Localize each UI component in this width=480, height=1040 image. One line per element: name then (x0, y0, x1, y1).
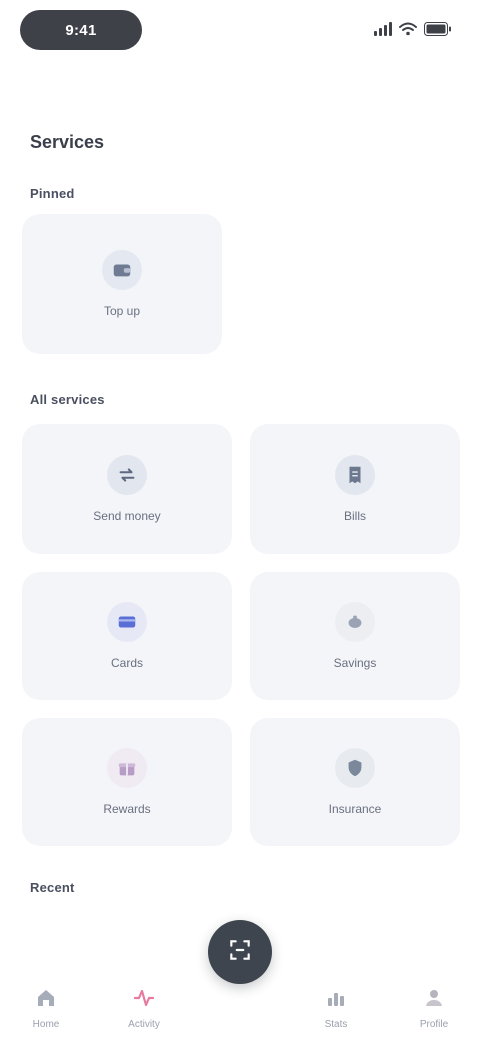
status-indicators (374, 22, 452, 36)
nav-label: Home (32, 1019, 60, 1030)
scan-button[interactable] (208, 920, 272, 984)
section-label-recent: Recent (30, 880, 75, 895)
tile-service-2[interactable]: Cards (22, 572, 232, 700)
tile-pinned-0[interactable]: Top up (22, 214, 222, 354)
page-title: Services (30, 132, 105, 152)
bottom-nav: Home Activity Stats Profile (0, 920, 480, 1040)
home-icon (34, 986, 58, 1015)
tile-service-3[interactable]: Savings (250, 572, 460, 700)
tile-service-5[interactable]: Insurance (250, 718, 460, 846)
nav-item-stats[interactable]: Stats (306, 986, 366, 1030)
status-bar: 9:41 (0, 0, 480, 64)
tile-service-4[interactable]: Rewards (22, 718, 232, 846)
tile-label: Cards (110, 656, 143, 670)
tile-label: Top up (103, 304, 141, 318)
shield-icon (335, 748, 375, 788)
tile-service-0[interactable]: Send money (22, 424, 232, 554)
receipt-icon (335, 455, 375, 495)
status-time-pill: 9:41 (20, 10, 142, 50)
nav-label: Stats (324, 1019, 348, 1030)
nav-item-activity[interactable]: Activity (114, 986, 174, 1030)
tile-label: Bills (343, 509, 366, 523)
gift-icon (107, 748, 147, 788)
section-label-pinned: Pinned (30, 186, 75, 201)
nav-label: Activity (128, 1019, 160, 1030)
wifi-icon (399, 22, 417, 36)
services-screen: 9:41 Services Pinned Top up All services… (0, 0, 480, 1040)
tile-label: Savings (333, 656, 377, 670)
status-time: 9:41 (65, 21, 97, 39)
tile-service-1[interactable]: Bills (250, 424, 460, 554)
nav-item-home[interactable]: Home (16, 986, 76, 1030)
card-icon (107, 602, 147, 642)
piggy-icon (335, 602, 375, 642)
nav-item-profile[interactable]: Profile (404, 986, 464, 1030)
transfer-icon (107, 455, 147, 495)
activity-icon (132, 986, 156, 1015)
tile-label: Send money (93, 509, 161, 523)
chart-icon (324, 986, 348, 1015)
signal-icon (374, 22, 392, 36)
battery-icon (424, 22, 452, 36)
user-icon (422, 986, 446, 1015)
section-label-all: All services (30, 392, 105, 407)
nav-label: Profile (419, 1019, 449, 1030)
scan-icon (227, 937, 253, 968)
wallet-icon (102, 250, 142, 290)
tile-label: Insurance (328, 802, 382, 816)
tile-label: Rewards (103, 802, 151, 816)
